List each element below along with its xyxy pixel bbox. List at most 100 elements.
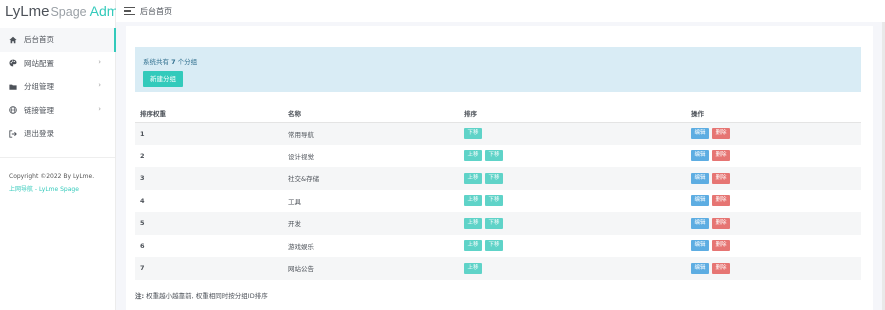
row-weight: 7 [135,257,283,280]
row-actions: 编辑 删除 [686,212,861,235]
row-sort: 上移 下移 [459,145,686,168]
sidebar-item-label: 退出登录 [24,129,54,139]
note-label: 注: [135,292,145,300]
logo-text-spage: Spage [50,5,87,19]
group-table: 排序权重 名称 排序 操作 1 常用导航 下移 编辑 删除 2 设计视觉 上移 下移 [135,104,861,280]
table-row: 5 开发 上移 下移 编辑 删除 [135,212,861,235]
delete-button[interactable]: 删除 [712,195,731,207]
row-sort: 上移 下移 [459,167,686,190]
sidebar-item-logout[interactable]: 退出登录 [0,122,115,146]
edit-button[interactable]: 编辑 [691,172,710,184]
copyright-text: Copyright ©2022 By LyLme. [9,173,95,180]
table-row: 7 网站公告 上移 编辑 删除 [135,257,861,280]
move-up-button[interactable]: 上移 [464,217,483,229]
palette-icon [8,59,17,68]
table-row: 6 游戏娱乐 上移 下移 编辑 删除 [135,235,861,258]
move-down-button[interactable]: 下移 [464,128,483,139]
edit-button[interactable]: 编辑 [691,150,710,162]
menu-toggle-icon[interactable] [124,7,135,15]
row-name: 网站公告 [283,257,459,280]
main-content: 系统共有 7 个分组 新建分组 排序权重 名称 排序 操作 1 常用导航 下移 … [116,22,885,310]
logout-icon [8,129,17,138]
sidebar-item-group-manage[interactable]: 分组管理 › [0,75,115,99]
row-sort: 下移 [459,122,686,145]
table-row: 4 工具 上移 下移 编辑 删除 [135,190,861,213]
sidebar-item-site-config[interactable]: 网站配置 › [0,52,115,76]
move-down-button[interactable]: 下移 [485,172,504,184]
delete-button[interactable]: 删除 [712,150,731,162]
delete-button[interactable]: 删除 [712,217,731,229]
sort-note: 注: 权重越小越靠前, 权重相同时按分组ID排序 [135,290,268,300]
row-actions: 编辑 删除 [686,122,861,145]
chevron-right-icon: › [98,81,101,89]
move-up-button[interactable]: 上移 [464,262,483,274]
note-text: 权重越小越靠前, 权重相同时按分组ID排序 [144,292,268,300]
globe-icon [8,106,17,115]
move-up-button[interactable]: 上移 [464,195,483,207]
group-count-alert: 系统共有 7 个分组 新建分组 [135,47,861,92]
edit-button[interactable]: 编辑 [691,262,710,274]
delete-button[interactable]: 删除 [712,240,731,252]
move-up-button[interactable]: 上移 [464,172,483,184]
row-name: 社交&存储 [283,167,459,190]
group-count-text: 系统共有 7 个分组 [143,58,198,66]
header-name: 名称 [283,104,459,123]
sidebar-item-label: 网站配置 [24,58,54,68]
row-weight: 2 [140,151,145,160]
group-card: 系统共有 7 个分组 新建分组 排序权重 名称 排序 操作 1 常用导航 下移 … [126,26,873,310]
sidebar-nav: 后台首页 网站配置 › 分组管理 › 链接管理 › 退出登录 [0,28,116,146]
sidebar-item-home[interactable]: 后台首页 [0,28,116,52]
edit-button[interactable]: 编辑 [691,240,710,252]
move-up-button[interactable]: 上移 [464,150,483,162]
page-title: 后台首页 [140,6,172,16]
edit-button[interactable]: 编辑 [691,195,710,207]
edit-button[interactable]: 编辑 [691,128,710,139]
delete-button[interactable]: 删除 [712,262,731,274]
chevron-right-icon: › [98,104,101,113]
sidebar-item-label: 后台首页 [24,35,54,45]
row-actions: 编辑 删除 [686,190,861,213]
table-row: 3 社交&存储 上移 下移 编辑 删除 [135,167,861,190]
delete-button[interactable]: 删除 [712,172,731,184]
move-up-button[interactable]: 上移 [464,240,483,252]
row-actions: 编辑 删除 [686,145,861,168]
sidebar-item-label: 链接管理 [24,105,54,115]
chevron-right-icon: › [98,57,101,66]
row-name: 常用导航 [283,122,459,145]
header-sort: 排序 [459,104,686,123]
logo-text-lylme: LyLme [5,3,50,20]
move-down-button[interactable]: 下移 [485,150,504,162]
header-weight: 排序权重 [135,104,283,123]
table-row: 1 常用导航 下移 编辑 删除 [135,122,861,145]
delete-button[interactable]: 删除 [712,128,731,139]
row-name: 游戏娱乐 [288,242,314,251]
row-name: 开发 [283,212,459,235]
sidebar-footer: Copyright ©2022 By LyLme. 上网导航 - LyLme S… [0,157,115,196]
home-icon [8,35,17,44]
row-weight: 4 [140,196,145,205]
row-sort: 上移 下移 [459,235,686,258]
row-sort: 上移 下移 [459,212,686,235]
logo[interactable]: LyLmeSpage Admin [0,0,129,28]
move-down-button[interactable]: 下移 [485,217,504,229]
footer-link[interactable]: 上网导航 - LyLme Spage [9,184,115,197]
row-weight: 5 [135,212,283,235]
header-actions: 操作 [686,104,861,123]
row-weight: 1 [135,122,283,145]
sidebar-item-label: 分组管理 [24,82,54,92]
row-actions: 编辑 删除 [686,257,861,280]
row-actions: 编辑 删除 [686,235,861,258]
row-name: 工具 [288,197,301,206]
row-sort: 上移 [459,257,686,280]
move-down-button[interactable]: 下移 [485,240,504,252]
sidebar-item-link-manage[interactable]: 链接管理 › [0,99,115,123]
edit-button[interactable]: 编辑 [691,217,710,229]
table-row: 2 设计视觉 上移 下移 编辑 删除 [135,145,861,168]
move-down-button[interactable]: 下移 [485,195,504,207]
folder-icon [8,82,17,91]
row-sort: 上移 下移 [459,190,686,213]
row-name: 设计视觉 [288,152,314,161]
table-header-row: 排序权重 名称 排序 操作 [135,104,861,123]
new-group-button[interactable]: 新建分组 [143,71,183,87]
row-weight: 3 [135,167,283,190]
